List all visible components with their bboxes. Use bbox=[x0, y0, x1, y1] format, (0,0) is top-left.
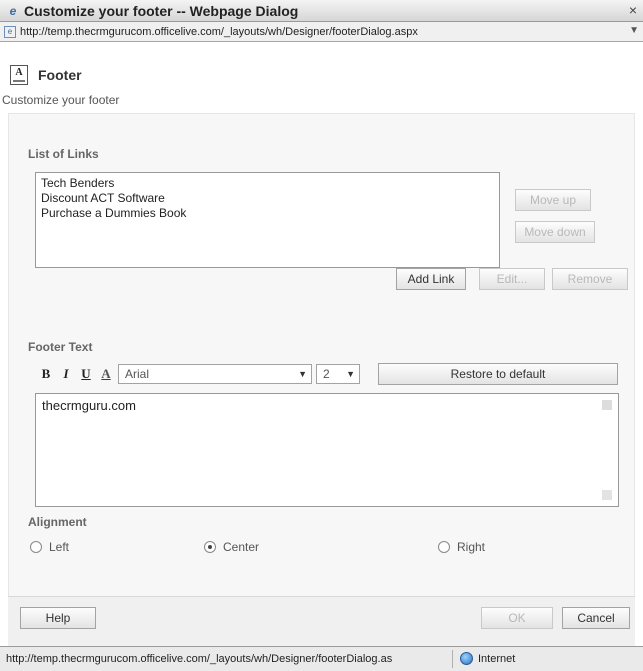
list-item[interactable]: Tech Benders bbox=[41, 176, 494, 191]
status-divider bbox=[452, 650, 453, 668]
add-link-button[interactable]: Add Link bbox=[396, 268, 466, 290]
footer-text-editor[interactable]: thecrmguru.com bbox=[35, 393, 619, 507]
window-title: Customize your footer -- Webpage Dialog bbox=[24, 2, 299, 19]
alignment-section-label: Alignment bbox=[28, 515, 87, 529]
align-right-option[interactable]: Right bbox=[438, 540, 485, 554]
dialog-content: A Footer Customize your footer List of L… bbox=[0, 43, 643, 648]
move-up-button[interactable]: Move up bbox=[515, 189, 591, 211]
scrollbar-down[interactable] bbox=[602, 490, 612, 500]
footer-text-section-label: Footer Text bbox=[28, 340, 93, 354]
list-item[interactable]: Discount ACT Software bbox=[41, 191, 494, 206]
page-title: Footer bbox=[38, 67, 82, 83]
align-center-label: Center bbox=[223, 540, 260, 554]
font-size-value: 2 bbox=[323, 367, 330, 381]
status-url: http://temp.thecrmgurucom.officelive.com… bbox=[6, 653, 393, 665]
list-item[interactable]: Purchase a Dummies Book bbox=[41, 206, 494, 221]
restore-default-button[interactable]: Restore to default bbox=[378, 363, 618, 385]
bold-button[interactable]: B bbox=[36, 364, 56, 384]
links-list[interactable]: Tech Benders Discount ACT Software Purch… bbox=[35, 172, 500, 268]
radio-left[interactable] bbox=[30, 541, 42, 553]
dialog-header: A Footer Customize your footer bbox=[0, 43, 643, 111]
ie-logo-icon: e bbox=[9, 3, 17, 18]
radio-right[interactable] bbox=[438, 541, 450, 553]
chevron-down-icon[interactable]: ▼ bbox=[629, 25, 639, 36]
align-center-option[interactable]: Center bbox=[204, 540, 259, 554]
italic-button[interactable]: I bbox=[56, 364, 76, 384]
editor-text: thecrmguru.com bbox=[42, 398, 136, 413]
address-bar: e http://temp.thecrmgurucom.officelive.c… bbox=[0, 22, 643, 42]
page-icon: e bbox=[4, 25, 16, 38]
remove-button[interactable]: Remove bbox=[552, 268, 628, 290]
chevron-down-icon: ▼ bbox=[298, 369, 307, 379]
font-name-select[interactable]: Arial ▼ bbox=[118, 364, 312, 384]
font-size-select[interactable]: 2 ▼ bbox=[316, 364, 360, 384]
font-name-value: Arial bbox=[125, 367, 150, 381]
links-section-label: List of Links bbox=[28, 147, 99, 161]
close-icon[interactable]: × bbox=[629, 2, 637, 18]
font-color-button[interactable]: A bbox=[96, 364, 116, 384]
page-subtitle: Customize your footer bbox=[2, 93, 120, 107]
chevron-down-icon: ▼ bbox=[346, 369, 355, 379]
underline-button[interactable]: U bbox=[76, 364, 96, 384]
footer-icon: A bbox=[10, 65, 28, 85]
help-button[interactable]: Help bbox=[20, 607, 96, 629]
cancel-button[interactable]: Cancel bbox=[562, 607, 630, 629]
zone-label: Internet bbox=[478, 652, 516, 665]
status-bar: http://temp.thecrmgurucom.officelive.com… bbox=[0, 646, 643, 671]
address-url: http://temp.thecrmgurucom.officelive.com… bbox=[20, 25, 418, 38]
move-down-button[interactable]: Move down bbox=[515, 221, 595, 243]
edit-button[interactable]: Edit... bbox=[479, 268, 545, 290]
align-left-label: Left bbox=[49, 540, 70, 554]
window-titlebar: e Customize your footer -- Webpage Dialo… bbox=[0, 0, 643, 22]
scrollbar-up[interactable] bbox=[602, 400, 612, 410]
formatting-toolbar: B I U A bbox=[36, 364, 116, 384]
align-left-option[interactable]: Left bbox=[30, 540, 69, 554]
radio-center[interactable] bbox=[204, 541, 216, 553]
globe-icon bbox=[460, 652, 473, 665]
ok-button[interactable]: OK bbox=[481, 607, 553, 629]
security-zone: Internet bbox=[460, 652, 515, 665]
align-right-label: Right bbox=[457, 540, 486, 554]
